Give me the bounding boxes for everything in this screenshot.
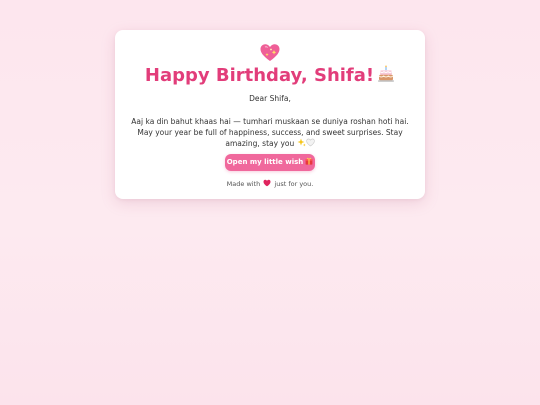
sparkling-heart-icon	[115, 42, 425, 64]
birthday-card: Happy Birthday, Shifa! Dear Shifa, Aaj k…	[115, 30, 425, 199]
footer-prefix: Made with	[226, 180, 261, 188]
title-text: Happy Birthday, Shifa!	[144, 65, 375, 86]
open-wish-button[interactable]: Open my little wish	[225, 154, 315, 171]
greeting-text: Dear Shifa,	[249, 94, 291, 103]
sparkles-icon	[297, 138, 306, 150]
birthday-cake-icon	[377, 65, 395, 90]
birthday-message: Aaj ka din bahut khaas hai — tumhari mus…	[127, 116, 413, 150]
footer-note: Made with just for you.	[115, 179, 425, 190]
red-heart-icon	[263, 179, 271, 190]
message-text: Aaj ka din bahut khaas hai — tumhari mus…	[131, 117, 409, 148]
footer-suffix: just for you.	[274, 180, 314, 188]
gift-icon	[305, 155, 314, 172]
open-wish-button-label: Open my little wish	[226, 158, 304, 166]
card-title: Happy Birthday, Shifa!	[115, 64, 425, 90]
white-heart-icon	[305, 138, 315, 150]
